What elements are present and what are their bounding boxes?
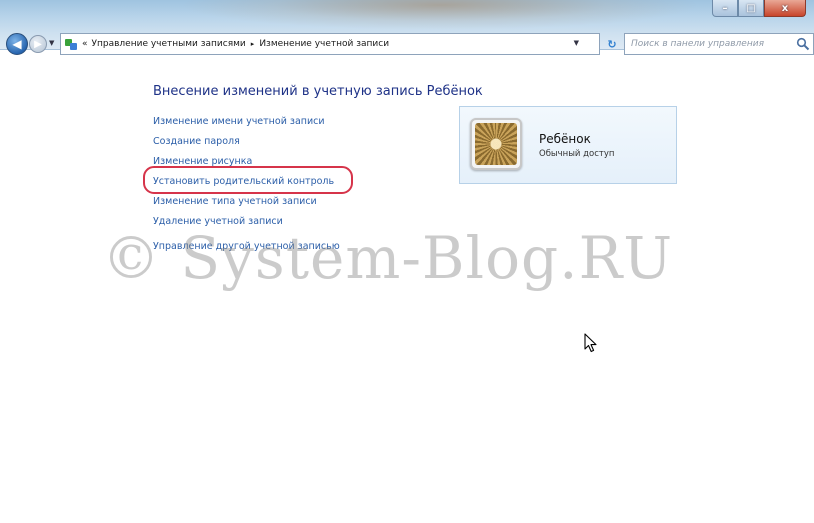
refresh-icon: ↻ [607,37,617,51]
control-panel-icon [65,38,78,51]
account-type: Обычный доступ [539,149,615,159]
aero-glass-glow [180,0,700,30]
parental-control-highlight [143,166,353,194]
back-button[interactable]: ◀ [6,33,28,55]
navigation-bar: ◀ ▶ ▼ « Управление учетными записями ▸ И… [6,33,814,57]
account-name: Ребёнок [539,132,591,146]
forward-button[interactable]: ▶ [29,35,47,53]
change-account-type-link[interactable]: Изменение типа учетной записи [153,192,340,212]
search-input[interactable]: Поиск в панели управления [624,33,814,55]
window-controls: – □ x [712,0,806,18]
create-password-link[interactable]: Создание пароля [153,132,340,152]
avatar [470,118,522,170]
address-dropdown-icon[interactable]: ▼ [574,39,579,47]
recent-pages-dropdown-icon[interactable]: ▼ [49,39,54,47]
maximize-button[interactable]: □ [738,0,764,17]
mouse-cursor-icon [584,333,597,353]
breadcrumb-user-accounts[interactable]: Управление учетными записями [92,39,246,49]
refresh-button[interactable]: ↻ [602,33,622,55]
change-name-link[interactable]: Изменение имени учетной записи [153,112,340,132]
avatar-picture [475,123,517,165]
breadcrumb-change-account[interactable]: Изменение учетной записи [259,39,389,49]
watermark-text: © System-Blog.RU [102,224,674,292]
breadcrumb-overflow-button[interactable]: « [82,39,88,49]
forward-arrow-icon: ▶ [34,38,42,50]
page-title: Внесение изменений в учетную запись Ребё… [153,84,483,99]
close-button[interactable]: x [764,0,806,17]
address-bar[interactable]: « Управление учетными записями ▸ Изменен… [60,33,600,55]
search-icon[interactable] [796,37,810,51]
minimize-button[interactable]: – [712,0,738,17]
account-card: Ребёнок Обычный доступ [459,106,677,184]
breadcrumb-separator-icon[interactable]: ▸ [251,40,255,48]
back-arrow-icon: ◀ [12,37,22,51]
search-placeholder: Поиск в панели управления [631,39,764,49]
content-area: Внесение изменений в учетную запись Ребё… [0,58,814,523]
